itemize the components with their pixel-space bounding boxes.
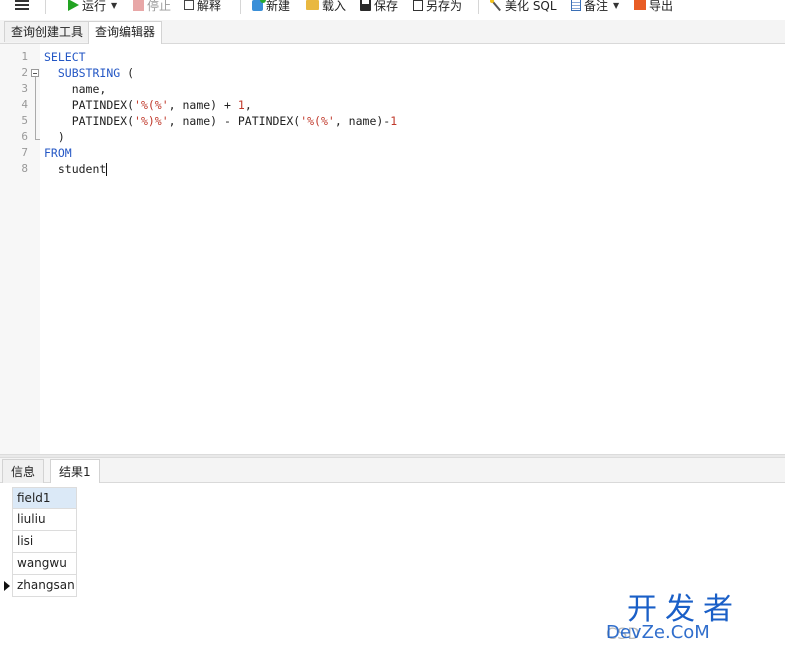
keyword-substring: SUBSTRING [57, 66, 121, 80]
table-row[interactable]: liuliu [0, 509, 77, 531]
line-number: 7 [21, 146, 28, 159]
stop-button[interactable]: 停止 [133, 0, 171, 14]
code-line-7: FROM [44, 146, 72, 160]
beautify-sql-button[interactable]: 美化 SQL [490, 0, 557, 14]
watermark-domain: DevZe.CoM [606, 622, 710, 643]
magic-wand-icon [490, 0, 502, 11]
line-number: 3 [21, 82, 28, 95]
code-line-6: ) [44, 130, 65, 144]
new-query-icon [252, 0, 266, 11]
code-text: PATINDEX( [71, 114, 135, 128]
tab-info[interactable]: 信息 [2, 459, 45, 483]
code-line-3: name, [44, 82, 107, 96]
play-icon [68, 0, 79, 11]
code-line-1: SELECT [44, 50, 86, 64]
code-text: ) [57, 130, 65, 144]
code-text: name, [71, 82, 107, 96]
sql-editor[interactable]: 1 2 3 4 5 6 7 8 SELECT SUBSTRING ( name,… [0, 44, 785, 454]
line-number: 5 [21, 114, 28, 127]
line-number: 8 [21, 162, 28, 175]
chevron-down-icon[interactable]: ▼ [613, 1, 619, 10]
tab-result-1[interactable]: 结果1 [50, 459, 100, 483]
grid-cell[interactable]: wangwu [12, 553, 77, 575]
export-icon [634, 0, 646, 10]
code-line-4: PATINDEX('%(%', name) + 1, [44, 98, 252, 112]
memo-label: 备注 [584, 0, 609, 13]
line-number-gutter: 1 2 3 4 5 6 7 8 [0, 44, 40, 454]
result-tabs: 信息 结果1 [0, 458, 785, 483]
save-label: 保存 [374, 0, 399, 13]
save-as-icon [413, 0, 423, 11]
column-header-field1[interactable]: field1 [12, 487, 77, 509]
toolbar-divider [478, 0, 479, 14]
string-literal: '%(%' [134, 98, 169, 112]
run-label: 运行 [82, 0, 107, 13]
grid-cell[interactable]: lisi [12, 531, 77, 553]
fold-toggle-icon[interactable] [31, 69, 39, 77]
stop-icon [133, 0, 144, 11]
toolbar: 运行 ▼ 停止 解释 新建 载入 保存 另存为 美化 SQL 备注 ▼ 导出 [0, 0, 785, 16]
export-button[interactable]: 导出 [634, 0, 673, 14]
keyword-select: SELECT [44, 50, 86, 64]
save-button[interactable]: 保存 [360, 0, 398, 14]
string-literal: '%)%' [134, 114, 169, 128]
grid-header-row: field1 [0, 487, 77, 509]
code-text: , name) - PATINDEX( [168, 114, 301, 128]
table-row[interactable]: lisi [0, 531, 77, 553]
row-indicator [0, 575, 12, 597]
explain-label: 解释 [197, 0, 222, 13]
line-number: 4 [21, 98, 28, 111]
current-row-arrow-icon [4, 581, 10, 591]
table-row[interactable]: wangwu [0, 553, 77, 575]
memo-button[interactable]: 备注 ▼ [571, 0, 619, 14]
menu-icon[interactable] [15, 0, 29, 10]
export-label: 导出 [649, 0, 674, 13]
line-number: 1 [21, 50, 28, 63]
code-text: , name)- [334, 114, 391, 128]
text-cursor [106, 163, 108, 176]
run-button[interactable]: 运行 ▼ [68, 0, 117, 14]
save-icon [360, 0, 371, 11]
number-literal: 1 [390, 114, 398, 128]
code-text: , [244, 98, 252, 112]
line-number: 6 [21, 130, 28, 143]
tab-query-editor[interactable]: 查询编辑器 [88, 21, 163, 44]
save-as-button[interactable]: 另存为 [413, 0, 462, 14]
grid-cell[interactable]: zhangsan [12, 575, 77, 597]
editor-tabs: 查询创建工具 查询编辑器 [0, 20, 785, 44]
memo-icon [571, 0, 581, 11]
stop-label: 停止 [147, 0, 172, 13]
chevron-down-icon[interactable]: ▼ [111, 1, 117, 10]
code-text: , name) + [168, 98, 238, 112]
fold-guide-end [35, 139, 40, 140]
number-literal: 1 [237, 98, 245, 112]
save-as-label: 另存为 [426, 0, 463, 13]
code-line-8: student [44, 162, 108, 176]
keyword-from: FROM [44, 146, 72, 160]
folder-icon [306, 0, 319, 10]
grid-cell[interactable]: liuliu [12, 509, 77, 531]
fold-guide [35, 77, 36, 139]
new-label: 新建 [266, 0, 291, 13]
new-button[interactable]: 新建 [252, 0, 290, 14]
string-literal: '%(%' [300, 114, 335, 128]
load-button[interactable]: 载入 [306, 0, 346, 14]
code-text: ( [120, 66, 135, 80]
beautify-label: 美化 SQL [505, 0, 557, 13]
explain-icon [184, 0, 194, 10]
explain-button[interactable]: 解释 [184, 0, 221, 14]
code-text: student [57, 162, 107, 176]
code-text: PATINDEX( [71, 98, 135, 112]
tab-query-builder[interactable]: 查询创建工具 [4, 21, 91, 42]
load-label: 载入 [322, 0, 347, 13]
code-line-2: SUBSTRING ( [44, 66, 134, 80]
toolbar-divider [45, 0, 46, 14]
toolbar-divider [240, 0, 241, 14]
line-number: 2 [21, 66, 28, 79]
table-row[interactable]: zhangsan [0, 575, 77, 597]
code-line-5: PATINDEX('%)%', name) - PATINDEX('%(%', … [44, 114, 397, 128]
